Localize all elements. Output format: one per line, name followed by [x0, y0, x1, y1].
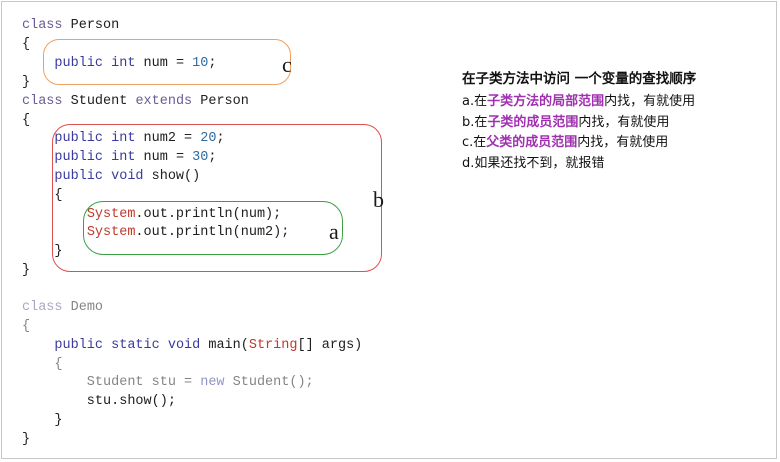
step-a: a.在子类方法的局部范围内找，有就使用	[462, 92, 772, 113]
keyword-static: static	[111, 338, 160, 353]
code-line-15: class Demo	[22, 300, 104, 315]
code-line-21: }	[22, 413, 63, 428]
step-suffix: 内找，有就使用	[604, 94, 696, 109]
panel-title: 在子类方法中访问 一个变量的查找顺序	[462, 71, 697, 87]
keyword-class: class	[22, 18, 63, 33]
keyword-public: public	[54, 338, 104, 353]
keyword-class: class	[22, 94, 63, 109]
code-line-13: }	[22, 263, 31, 278]
step-prefix: b.在	[462, 114, 488, 130]
step-prefix: d.如果还找不到，就报错	[462, 155, 605, 171]
step-highlight: 父类的成员范围	[486, 135, 578, 150]
parent-member-scope-outline	[43, 39, 291, 85]
step-d: d.如果还找不到，就报错	[462, 154, 772, 175]
code-line-20: stu.show();	[22, 394, 176, 409]
step-suffix: 内找，有就使用	[577, 135, 669, 150]
marker-b: b	[373, 187, 384, 212]
code-line-3: }	[22, 75, 31, 90]
step-c: c.在父类的成员范围内找，有就使用	[462, 133, 772, 154]
step-b: b.在子类的成员范围内找，有就使用	[462, 113, 772, 134]
code-line-4: class Student extends Person	[22, 94, 249, 109]
code-line-18: {	[22, 357, 63, 372]
class-name-person: Person	[70, 18, 120, 33]
step-prefix: c.在	[462, 135, 487, 150]
marker-a: a	[329, 219, 339, 244]
code-line-1: {	[22, 37, 31, 52]
step-highlight: 子类方法的局部范围	[487, 94, 605, 109]
keyword-class: class	[22, 300, 63, 315]
step-prefix: a.在	[462, 94, 488, 109]
step-highlight: 子类的成员范围	[487, 114, 579, 130]
method-local-scope-outline	[83, 201, 343, 255]
string-class: String	[248, 338, 298, 353]
keyword-extends: extends	[135, 94, 193, 109]
code-line-0: class Person	[22, 17, 119, 36]
code-line-19: Student stu = new Student();	[22, 375, 314, 390]
code-line-16: {	[22, 319, 31, 334]
keyword-new: new	[200, 375, 225, 390]
code-line-17: public static void main(String[] args)	[54, 338, 363, 353]
code-line-22: }	[22, 432, 31, 447]
step-suffix: 内找，有就使用	[578, 114, 670, 130]
keyword-void: void	[167, 338, 201, 353]
lookup-order-panel: 在子类方法中访问 一个变量的查找顺序 a.在子类方法的局部范围内找，有就使用 b…	[462, 67, 772, 174]
code-line-5: {	[22, 113, 31, 128]
marker-c: c	[282, 52, 292, 77]
